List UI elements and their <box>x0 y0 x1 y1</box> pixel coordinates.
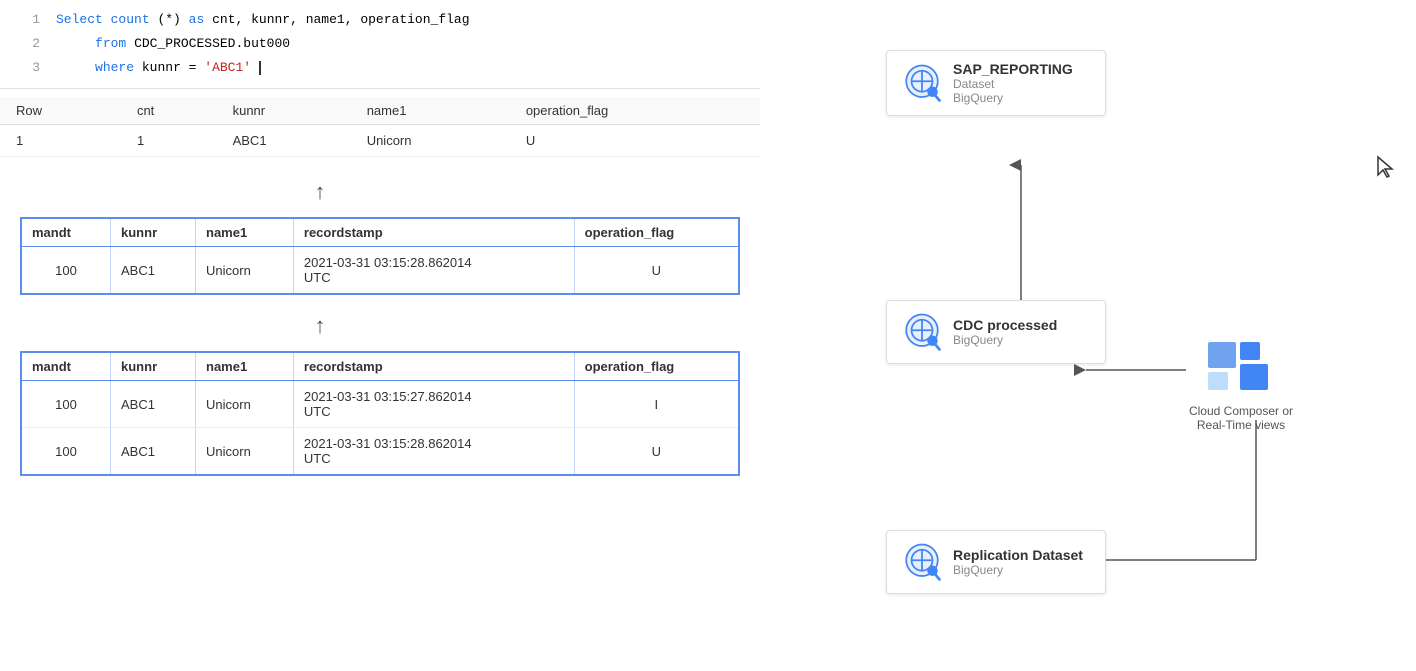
rep-cell-name1-1: Unicorn <box>196 381 294 428</box>
sap-reporting-subtitle: DatasetBigQuery <box>953 77 1073 105</box>
kw-where: where <box>95 60 134 75</box>
cdc-col-kunnr: kunnr <box>111 219 196 247</box>
arrow-up-1: ↑ <box>0 171 760 213</box>
rep-col-name1: name1 <box>196 353 294 381</box>
sql-indent <box>56 60 87 75</box>
cdc-col-recordstamp: recordstamp <box>293 219 574 247</box>
sql-indent <box>56 36 87 51</box>
right-panel: SAP_REPORTING DatasetBigQuery CDC proces… <box>756 0 1416 671</box>
table-row: 100 ABC1 Unicorn 2021-03-31 03:15:28.862… <box>22 428 738 475</box>
line-number-3: 3 <box>8 56 40 80</box>
query-result-table: Row cnt kunnr name1 operation_flag 1 1 A… <box>0 97 760 157</box>
replication-text: Replication Dataset BigQuery <box>953 547 1083 577</box>
rep-col-kunnr: kunnr <box>111 353 196 381</box>
result-table: Row cnt kunnr name1 operation_flag 1 1 A… <box>0 97 760 157</box>
rep-cell-op-flag-2: U <box>574 428 738 475</box>
bigquery-icon-replication <box>901 541 943 583</box>
sql-string-abc1: 'ABC1' <box>204 60 251 75</box>
cdc-processed-subtitle: BigQuery <box>953 333 1057 347</box>
cell-cnt-1: 1 <box>125 125 221 157</box>
sql-text: cnt, kunnr, name1, operation_flag <box>212 12 469 27</box>
replication-table: mandt kunnr name1 recordstamp operation_… <box>22 353 738 474</box>
arrow-up-2: ↑ <box>0 305 760 347</box>
col-header-name1: name1 <box>355 97 514 125</box>
replication-section: mandt kunnr name1 recordstamp operation_… <box>10 351 750 476</box>
table-row: 1 1 ABC1 Unicorn U <box>0 125 760 157</box>
sql-text: kunnr = <box>142 60 204 75</box>
cdc-col-mandt: mandt <box>22 219 111 247</box>
replication-table-wrapper: mandt kunnr name1 recordstamp operation_… <box>20 351 740 476</box>
cdc-processed-table-wrapper: mandt kunnr name1 recordstamp operation_… <box>20 217 740 295</box>
cdc-cell-op-flag: U <box>574 247 738 294</box>
line-number-1: 1 <box>8 8 40 32</box>
cdc-cell-name1: Unicorn <box>196 247 294 294</box>
line-number-2: 2 <box>8 32 40 56</box>
rep-cell-name1-2: Unicorn <box>196 428 294 475</box>
cdc-cell-mandt: 100 <box>22 247 111 294</box>
cdc-col-name1: name1 <box>196 219 294 247</box>
cell-name1-1: Unicorn <box>355 125 514 157</box>
kw-select: Select <box>56 12 103 27</box>
mouse-cursor <box>1376 155 1396 185</box>
table-row: 100 ABC1 Unicorn 2021-03-31 03:15:27.862… <box>22 381 738 428</box>
rep-cell-kunnr-1: ABC1 <box>111 381 196 428</box>
rep-cell-recordstamp-2: 2021-03-31 03:15:28.862014UTC <box>293 428 574 475</box>
sap-reporting-text: SAP_REPORTING DatasetBigQuery <box>953 61 1073 105</box>
sql-editor[interactable]: 1 Select count (*) as cnt, kunnr, name1,… <box>0 0 760 89</box>
bigquery-icon-cdc <box>901 311 943 353</box>
sql-line-3: 3 where kunnr = 'ABC1' <box>0 56 760 80</box>
replication-dataset-node: Replication Dataset BigQuery <box>886 530 1106 594</box>
sql-line-2: 2 from CDC_PROCESSED.but000 <box>0 32 760 56</box>
sql-code-1: Select count (*) as cnt, kunnr, name1, o… <box>56 8 470 32</box>
rep-cell-op-flag-1: I <box>574 381 738 428</box>
replication-subtitle: BigQuery <box>953 563 1083 577</box>
col-header-row: Row <box>0 97 125 125</box>
kw-as: as <box>189 12 205 27</box>
table-row: 100 ABC1 Unicorn 2021-03-31 03:15:28.862… <box>22 247 738 294</box>
rep-cell-kunnr-2: ABC1 <box>111 428 196 475</box>
cdc-processed-section: mandt kunnr name1 recordstamp operation_… <box>10 217 750 295</box>
rep-col-operation-flag: operation_flag <box>574 353 738 381</box>
col-header-operation-flag: operation_flag <box>514 97 760 125</box>
sql-text: (*) <box>157 12 188 27</box>
sql-text: CDC_PROCESSED.but000 <box>134 36 290 51</box>
sql-code-2: from CDC_PROCESSED.but000 <box>56 32 290 56</box>
composer-label: Cloud Composer orReal-Time views <box>1189 404 1293 432</box>
cdc-cell-kunnr: ABC1 <box>111 247 196 294</box>
col-header-cnt: cnt <box>125 97 221 125</box>
cdc-col-operation-flag: operation_flag <box>574 219 738 247</box>
cdc-processed-table: mandt kunnr name1 recordstamp operation_… <box>22 219 738 293</box>
cdc-cell-recordstamp: 2021-03-31 03:15:28.862014UTC <box>293 247 574 294</box>
sap-reporting-title: SAP_REPORTING <box>953 61 1073 77</box>
cdc-processed-title: CDC processed <box>953 317 1057 333</box>
rep-cell-recordstamp-1: 2021-03-31 03:15:27.862014UTC <box>293 381 574 428</box>
col-header-kunnr: kunnr <box>221 97 355 125</box>
fn-count: count <box>111 12 150 27</box>
sql-code-3: where kunnr = 'ABC1' <box>56 56 261 80</box>
cdc-processed-node: CDC processed BigQuery <box>886 300 1106 364</box>
sql-line-1: 1 Select count (*) as cnt, kunnr, name1,… <box>0 8 760 32</box>
cell-op-flag-1: U <box>514 125 760 157</box>
rep-cell-mandt-2: 100 <box>22 428 111 475</box>
cell-row-1: 1 <box>0 125 125 157</box>
left-panel: 1 Select count (*) as cnt, kunnr, name1,… <box>0 0 760 671</box>
cdc-processed-text: CDC processed BigQuery <box>953 317 1057 347</box>
bigquery-icon-sap <box>901 62 943 104</box>
rep-cell-mandt-1: 100 <box>22 381 111 428</box>
rep-col-recordstamp: recordstamp <box>293 353 574 381</box>
cell-kunnr-1: ABC1 <box>221 125 355 157</box>
rep-col-mandt: mandt <box>22 353 111 381</box>
sap-reporting-node: SAP_REPORTING DatasetBigQuery <box>886 50 1106 116</box>
text-cursor <box>259 61 261 75</box>
cloud-composer-icon <box>1206 340 1276 400</box>
kw-from: from <box>95 36 126 51</box>
cloud-composer-box: Cloud Composer orReal-Time views <box>1176 340 1306 432</box>
replication-title: Replication Dataset <box>953 547 1083 563</box>
